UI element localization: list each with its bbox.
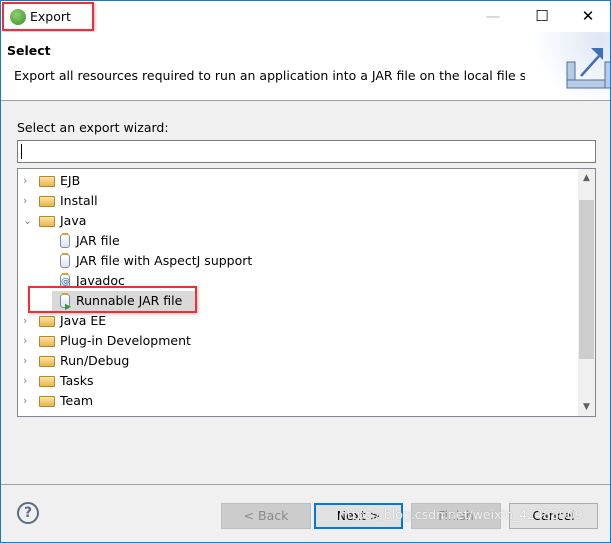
export-wizard-icon	[525, 32, 611, 100]
jar-icon	[60, 233, 70, 248]
text-caret	[21, 144, 22, 159]
folder-icon	[39, 416, 55, 417]
chevron-right-icon[interactable]: ›	[23, 351, 35, 371]
back-button[interactable]: < Back	[221, 503, 311, 529]
tree-item[interactable]: › Java EE	[18, 311, 578, 331]
filter-input[interactable]	[17, 140, 596, 163]
tree-item[interactable]: › EJB	[18, 171, 578, 191]
chevron-right-icon[interactable]: ›	[23, 371, 35, 391]
wizard-header: Select Export all resources required to …	[1, 32, 611, 101]
page-title: Select	[7, 43, 51, 58]
folder-icon	[39, 196, 55, 207]
highlight-box-runnable-jar	[28, 286, 197, 313]
tree-item-label: Java	[60, 213, 87, 228]
highlight-box-title	[2, 2, 94, 31]
vertical-scrollbar[interactable]: ▲ ▼	[578, 169, 595, 416]
tree-item[interactable]: ⌄ Java	[18, 211, 578, 231]
title-bar: Export — ☐ ✕	[1, 1, 610, 32]
folder-icon	[39, 336, 55, 347]
close-button[interactable]: ✕	[573, 5, 603, 27]
scrollbar-thumb[interactable]	[579, 200, 594, 359]
chevron-down-icon[interactable]: ⌄	[23, 211, 35, 231]
tree-item-label: JAR file	[76, 233, 120, 248]
tree-item[interactable]: › Team	[18, 391, 578, 411]
chevron-right-icon[interactable]: ›	[23, 331, 35, 351]
minimize-button[interactable]: —	[478, 5, 508, 27]
maximize-button[interactable]: ☐	[527, 5, 557, 27]
chevron-right-icon[interactable]: ›	[23, 391, 35, 411]
chevron-right-icon[interactable]: ›	[23, 191, 35, 211]
scroll-up-icon[interactable]: ▲	[578, 173, 595, 183]
jar-icon	[60, 253, 70, 268]
page-description: Export all resources required to run an …	[14, 68, 569, 83]
next-button[interactable]: Next >	[314, 503, 403, 529]
folder-icon	[39, 396, 55, 407]
divider	[1, 484, 610, 485]
tree-item[interactable]: JAR file with AspectJ support	[18, 251, 578, 271]
tree-item[interactable]: › Plug-in Development	[18, 331, 578, 351]
folder-icon	[39, 376, 55, 387]
cancel-button[interactable]: Cancel	[509, 503, 598, 529]
scroll-down-icon[interactable]: ▼	[578, 402, 595, 412]
tree-item-label: Java EE	[60, 313, 107, 328]
tree-item[interactable]: › Run/Debug	[18, 351, 578, 371]
tree-item-label: Run/Debug	[60, 353, 130, 368]
folder-icon	[39, 356, 55, 367]
tree-item-label: Tasks	[60, 373, 94, 388]
tree-item[interactable]: › Install	[18, 191, 578, 211]
chevron-right-icon[interactable]: ›	[23, 311, 35, 331]
folder-icon	[39, 216, 55, 227]
tree-item[interactable]: JAR file	[18, 231, 578, 251]
filter-label: Select an export wizard:	[17, 120, 169, 135]
export-dialog: Export — ☐ ✕ Select Export all resources…	[0, 0, 611, 543]
tree-item[interactable]: › Tasks	[18, 371, 578, 391]
help-icon[interactable]: ?	[17, 502, 39, 524]
tree-item-label: JAR file with AspectJ support	[76, 253, 253, 268]
tree-item-label: Install	[60, 193, 98, 208]
chevron-right-icon[interactable]: ›	[23, 171, 35, 191]
tree-item-label: Plug-in Development	[60, 333, 191, 348]
tree-item-label: EJB	[60, 173, 81, 188]
folder-icon	[39, 176, 55, 187]
tree-item-label: Team	[60, 393, 94, 408]
finish-button[interactable]: Finish	[411, 503, 501, 529]
folder-icon	[39, 316, 55, 327]
